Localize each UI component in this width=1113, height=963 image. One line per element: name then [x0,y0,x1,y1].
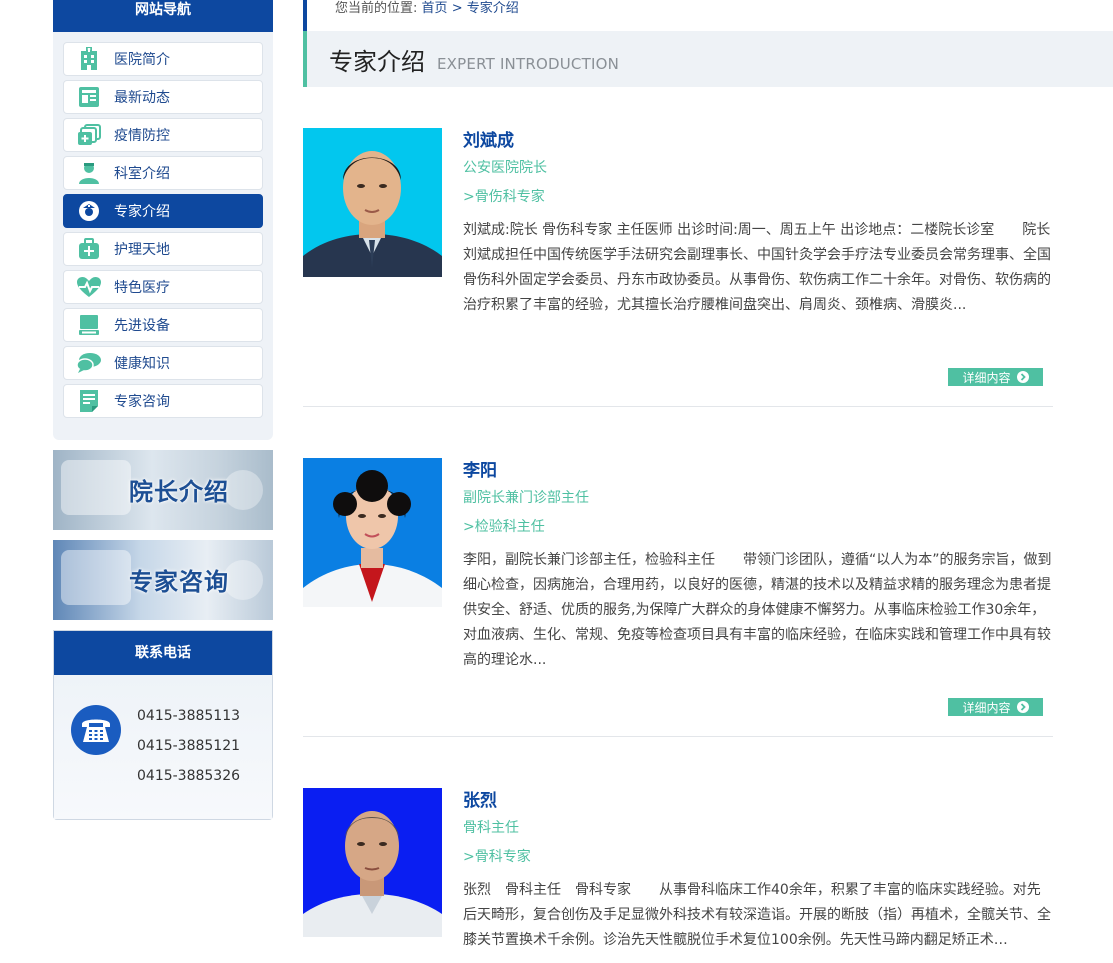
nav-item-label: 医院简介 [114,52,170,68]
department-doctor-icon [76,161,102,185]
phone-number: 0415-3885121 [137,738,241,754]
nav-item-label: 先进设备 [114,318,170,334]
expert-description: 刘斌成:院长 骨伤科专家 主任医师 出诊时间:周一、周五上午 出诊地点：二楼院长… [463,222,1051,313]
contact-title: 联系电话 [54,631,272,675]
expert-info: 张烈 骨科主任 >骨科专家 张烈 骨科主任 骨科专家 从事骨科临床工作40余年，… [463,788,1053,953]
phone-number: 0415-3885113 [137,708,241,724]
chat-bubbles-icon [76,351,102,375]
expert-description: 李阳，副院长兼门诊部主任，检验科主任 带领门诊团队，遵循“以人为本”的服务宗旨，… [463,552,1052,668]
expert-title: 公安医院院长 [463,160,547,176]
nav-item-label: 疫情防控 [114,128,170,144]
banner-decoration [223,560,263,600]
nav-item-expert-intro[interactable]: 专家介绍 [63,194,263,228]
sidebar: 网站导航 医院简介 最新动态 疫情防控 科室介绍 专家介绍 护理天地 特色医疗 … [53,0,273,820]
details-button[interactable]: 详细内容 [948,698,1043,716]
chevron-right-icon [1016,701,1029,713]
divider [303,736,1053,737]
nav-item-latest-news[interactable]: 最新动态 [63,80,263,114]
contact-body: 0415-3885113 0415-3885121 0415-3885326 [54,675,272,819]
director-intro-banner[interactable]: 院长介绍 [53,450,273,530]
nav-item-label: 特色医疗 [114,280,170,296]
nav-item-equipment[interactable]: 先进设备 [63,308,263,342]
expert-consult-banner[interactable]: 专家咨询 [53,540,273,620]
nav-item-nursing[interactable]: 护理天地 [63,232,263,266]
nav-item-hospital-intro[interactable]: 医院简介 [63,42,263,76]
expert-name[interactable]: 刘斌成 [463,128,1053,154]
breadcrumb: 您当前的位置: 首页 > 专家介绍 [303,0,1113,31]
nav-item-label: 健康知识 [114,356,170,372]
expert-photo[interactable] [303,788,442,937]
page-title-bar: 专家介绍 EXPERT INTRODUCTION [303,31,1113,87]
chevron-right-icon [1016,371,1029,383]
banner-decoration [223,470,263,510]
heart-pulse-icon [76,275,102,299]
breadcrumb-home-link[interactable]: 首页 [422,1,448,16]
divider [303,406,1053,407]
nav-list: 医院简介 最新动态 疫情防控 科室介绍 专家介绍 护理天地 特色医疗 先进设备 … [53,32,273,418]
banner-text: 院长介绍 [129,477,229,506]
breadcrumb-prefix: 您当前的位置: [335,1,418,16]
expert-title: 骨科主任 [463,820,519,836]
expert-photo[interactable] [303,128,442,277]
expert-card: 李阳 副院长兼门诊部主任 >检验科主任 李阳，副院长兼门诊部主任，检验科主任 带… [303,458,1053,718]
expert-description: 张烈 骨科主任 骨科专家 从事骨科临床工作40余年，积累了丰富的临床实践经验。对… [463,882,1051,948]
consult-document-icon [76,389,102,413]
banner-text: 专家咨询 [129,567,229,596]
expert-card: 张烈 骨科主任 >骨科专家 张烈 骨科主任 骨科专家 从事骨科临床工作40余年，… [303,788,1053,963]
expert-info: 刘斌成 公安医院院长 >骨伤科专家 刘斌成:院长 骨伤科专家 主任医师 出诊时间… [463,128,1053,318]
contact-box: 联系电话 0415-3885113 0415-3885121 0415-3885… [53,630,273,820]
banner-decoration [61,460,131,515]
phone-list: 0415-3885113 0415-3885121 0415-3885326 [137,705,240,795]
nurse-icon [76,199,102,223]
expert-specialty: >骨科专家 [463,849,531,865]
breadcrumb-separator: > [451,1,463,16]
nav-item-expert-consult[interactable]: 专家咨询 [63,384,263,418]
nav-item-departments[interactable]: 科室介绍 [63,156,263,190]
details-button-label: 详细内容 [962,370,1011,385]
site-navigation: 网站导航 医院简介 最新动态 疫情防控 科室介绍 专家介绍 护理天地 特色医疗 … [53,0,273,440]
nav-item-label: 最新动态 [114,90,170,106]
nav-item-label: 专家咨询 [114,394,170,410]
medical-kit-icon [76,237,102,261]
epidemic-control-icon [76,123,102,147]
nav-item-health-knowledge[interactable]: 健康知识 [63,346,263,380]
nav-item-epidemic-control[interactable]: 疫情防控 [63,118,263,152]
expert-specialty: >骨伤科专家 [463,189,545,205]
details-button-label: 详细内容 [962,700,1011,715]
phone-number: 0415-3885326 [137,768,241,784]
equipment-icon [76,313,102,337]
page-title: 专家介绍 [329,47,425,76]
breadcrumb-current-link[interactable]: 专家介绍 [467,1,519,16]
hospital-building-icon [76,47,102,71]
expert-photo[interactable] [303,458,442,607]
details-button[interactable]: 详细内容 [948,368,1043,386]
nav-item-special-medical[interactable]: 特色医疗 [63,270,263,304]
page-title-english: EXPERT INTRODUCTION [437,55,619,73]
expert-info: 李阳 副院长兼门诊部主任 >检验科主任 李阳，副院长兼门诊部主任，检验科主任 带… [463,458,1053,673]
nav-item-label: 专家介绍 [114,204,170,220]
expert-specialty: >检验科主任 [463,519,545,535]
expert-name[interactable]: 张烈 [463,788,1053,814]
nav-title: 网站导航 [53,0,273,32]
telephone-icon [71,705,121,755]
news-icon [76,85,102,109]
expert-title: 副院长兼门诊部主任 [463,490,589,506]
nav-item-label: 科室介绍 [114,166,170,182]
expert-card: 刘斌成 公安医院院长 >骨伤科专家 刘斌成:院长 骨伤科专家 主任医师 出诊时间… [303,128,1053,388]
main-content: 您当前的位置: 首页 > 专家介绍 专家介绍 EXPERT INTRODUCTI… [303,0,1113,948]
nav-item-label: 护理天地 [114,242,170,258]
expert-name[interactable]: 李阳 [463,458,1053,484]
banner-decoration [61,550,131,605]
